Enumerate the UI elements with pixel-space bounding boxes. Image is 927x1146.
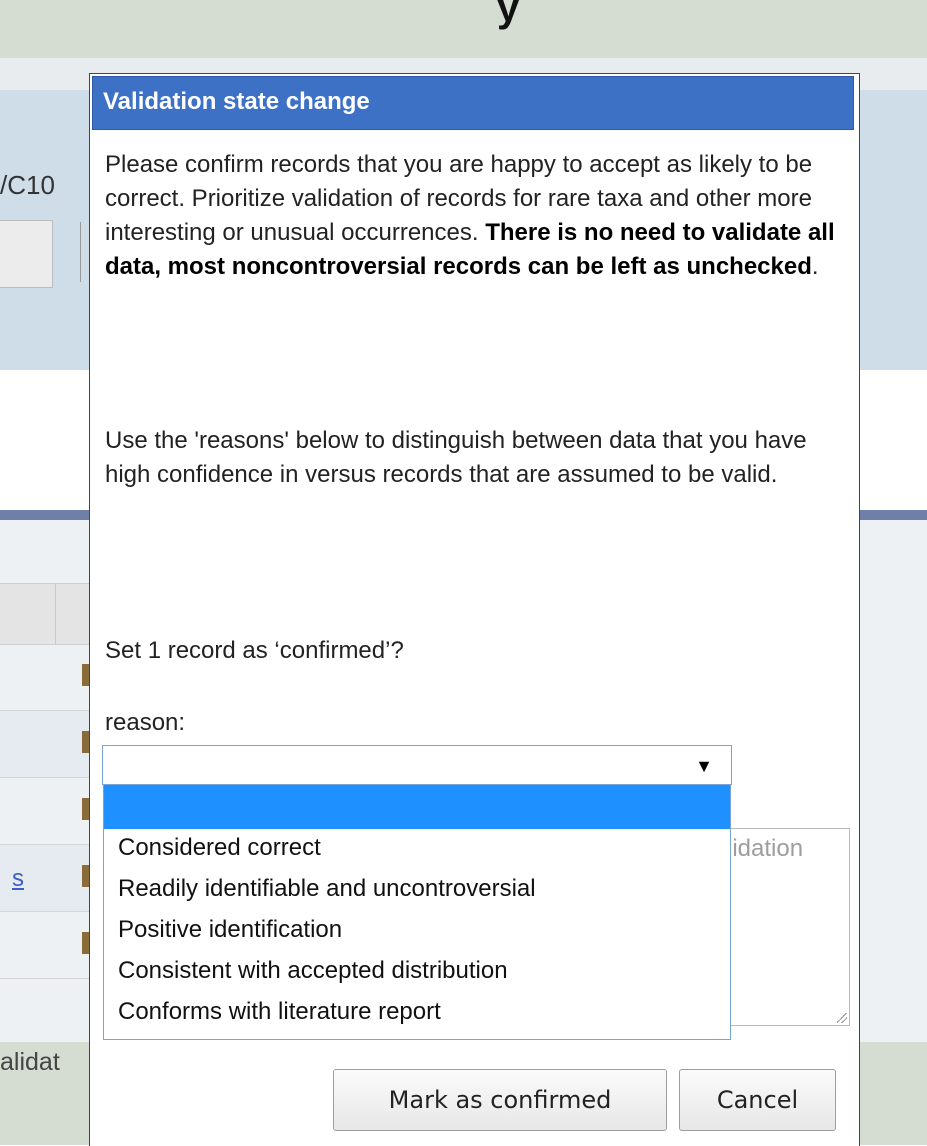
reason-select[interactable]: ▼: [102, 745, 732, 785]
table-row[interactable]: s: [0, 845, 90, 912]
dialog-reasons-hint: Use the 'reasons' below to distinguish b…: [105, 427, 807, 488]
reason-option-considered-correct[interactable]: Considered correct: [104, 830, 730, 866]
confirm-question: Set 1 record as ‘confirmed’?: [105, 637, 404, 664]
background-header-glyph: y: [497, 0, 520, 30]
mark-as-confirmed-button[interactable]: Mark as confirmed: [333, 1069, 667, 1131]
grid-header-separator: [55, 584, 56, 644]
reason-label: reason:: [105, 709, 186, 736]
background-footer-text: alidat: [0, 1048, 60, 1076]
background-header: y: [0, 0, 927, 58]
reason-dropdown-list: Considered correct Readily identifiable …: [103, 785, 731, 1040]
validation-dialog: Validation state change Please confirm r…: [89, 73, 860, 1146]
table-row[interactable]: [0, 711, 90, 778]
background-grid-header: [0, 583, 90, 645]
reason-option-consistent-distribution[interactable]: Consistent with accepted distribution: [104, 953, 730, 989]
dialog-buttons: Mark as confirmed Cancel: [90, 1069, 859, 1139]
comment-textarea[interactable]: lidation: [720, 828, 850, 1026]
message-end: .: [811, 253, 819, 280]
reason-option-literature-report[interactable]: Conforms with literature report: [104, 994, 730, 1030]
dialog-titlebar[interactable]: Validation state change: [92, 76, 854, 130]
reason-option-blank[interactable]: [104, 785, 730, 829]
row-link[interactable]: s: [12, 865, 24, 893]
triangle-down-icon: ▼: [695, 756, 713, 776]
dialog-message: Please confirm records that you are happ…: [105, 148, 845, 284]
table-row[interactable]: [0, 912, 90, 979]
background-partial-text: /C10: [0, 170, 55, 200]
reason-option-readily-identifiable[interactable]: Readily identifiable and uncontroversial: [104, 871, 730, 907]
dialog-title: Validation state change: [103, 88, 370, 115]
cancel-button[interactable]: Cancel: [679, 1069, 836, 1131]
background-button[interactable]: [0, 220, 53, 288]
resize-grip-icon[interactable]: [837, 1013, 847, 1023]
table-row[interactable]: [0, 644, 90, 711]
table-row[interactable]: [0, 778, 90, 845]
reason-option-positive-identification[interactable]: Positive identification: [104, 912, 730, 948]
comment-placeholder: lidation: [727, 835, 804, 862]
